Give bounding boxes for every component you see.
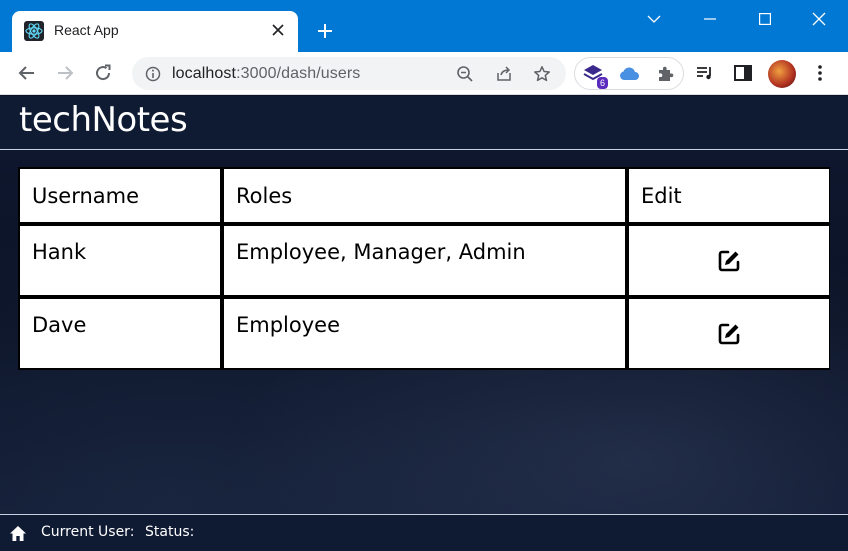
app-header: techNotes bbox=[0, 96, 848, 150]
url-text[interactable]: localhost:3000/dash/users bbox=[172, 65, 360, 83]
side-panel-icon[interactable] bbox=[731, 61, 755, 85]
back-arrow-icon[interactable] bbox=[13, 59, 41, 87]
browser-toolbar: localhost:3000/dash/users 6 bbox=[0, 52, 848, 95]
maximize-button[interactable] bbox=[742, 4, 788, 34]
cloud-icon[interactable] bbox=[617, 62, 641, 86]
page-background: techNotes Username Roles Edit Hank Emplo… bbox=[0, 96, 848, 551]
cell-edit bbox=[629, 226, 829, 295]
cell-roles: Employee bbox=[224, 299, 625, 368]
edit-user-button[interactable] bbox=[714, 246, 744, 276]
tab-search-icon[interactable] bbox=[631, 4, 677, 34]
cell-edit bbox=[629, 299, 829, 368]
close-window-button[interactable] bbox=[796, 4, 842, 34]
extension-badge: 6 bbox=[596, 77, 608, 89]
profile-avatar[interactable] bbox=[768, 60, 796, 88]
forward-arrow-icon[interactable] bbox=[51, 59, 79, 87]
edit-icon bbox=[718, 250, 740, 271]
edit-icon bbox=[718, 323, 740, 344]
bookmark-star-icon[interactable] bbox=[531, 63, 553, 85]
edit-user-button[interactable] bbox=[714, 319, 744, 349]
reload-icon[interactable] bbox=[89, 59, 117, 87]
tab-title: React App bbox=[54, 22, 119, 38]
users-table: Username Roles Edit Hank Employee, Manag… bbox=[18, 167, 830, 370]
share-icon[interactable] bbox=[493, 63, 515, 85]
home-icon bbox=[10, 525, 26, 541]
header-roles: Roles bbox=[224, 169, 625, 222]
zoom-icon[interactable] bbox=[454, 63, 476, 85]
cell-username: Dave bbox=[20, 299, 220, 368]
app-title-link[interactable]: techNotes bbox=[19, 100, 188, 140]
url-path: :3000/dash/users bbox=[236, 65, 361, 82]
url-host: localhost bbox=[172, 65, 237, 82]
react-favicon-icon bbox=[24, 21, 44, 41]
extensions-puzzle-icon[interactable] bbox=[653, 62, 677, 86]
app-footer: Current User: Status: bbox=[0, 514, 848, 551]
extension-stack-icon[interactable]: 6 bbox=[581, 62, 608, 89]
cell-username: Hank bbox=[20, 226, 220, 295]
new-tab-button[interactable] bbox=[313, 19, 337, 43]
close-tab-icon[interactable] bbox=[268, 20, 288, 40]
media-playlist-icon[interactable] bbox=[693, 61, 717, 85]
header-edit: Edit bbox=[629, 169, 829, 222]
browser-tab[interactable]: React App bbox=[12, 11, 298, 52]
browser-menu-icon[interactable] bbox=[808, 61, 832, 85]
current-user-label: Current User: bbox=[41, 524, 135, 540]
header-username: Username bbox=[20, 169, 220, 222]
address-bar[interactable]: localhost:3000/dash/users bbox=[132, 57, 566, 90]
browser-titlebar: React App bbox=[0, 0, 848, 52]
home-button[interactable] bbox=[8, 523, 28, 543]
minimize-button[interactable] bbox=[687, 4, 733, 34]
extensions-group: 6 bbox=[574, 57, 684, 90]
cell-roles: Employee, Manager, Admin bbox=[224, 226, 625, 295]
status-label: Status: bbox=[145, 524, 195, 540]
site-info-icon[interactable] bbox=[144, 65, 162, 83]
